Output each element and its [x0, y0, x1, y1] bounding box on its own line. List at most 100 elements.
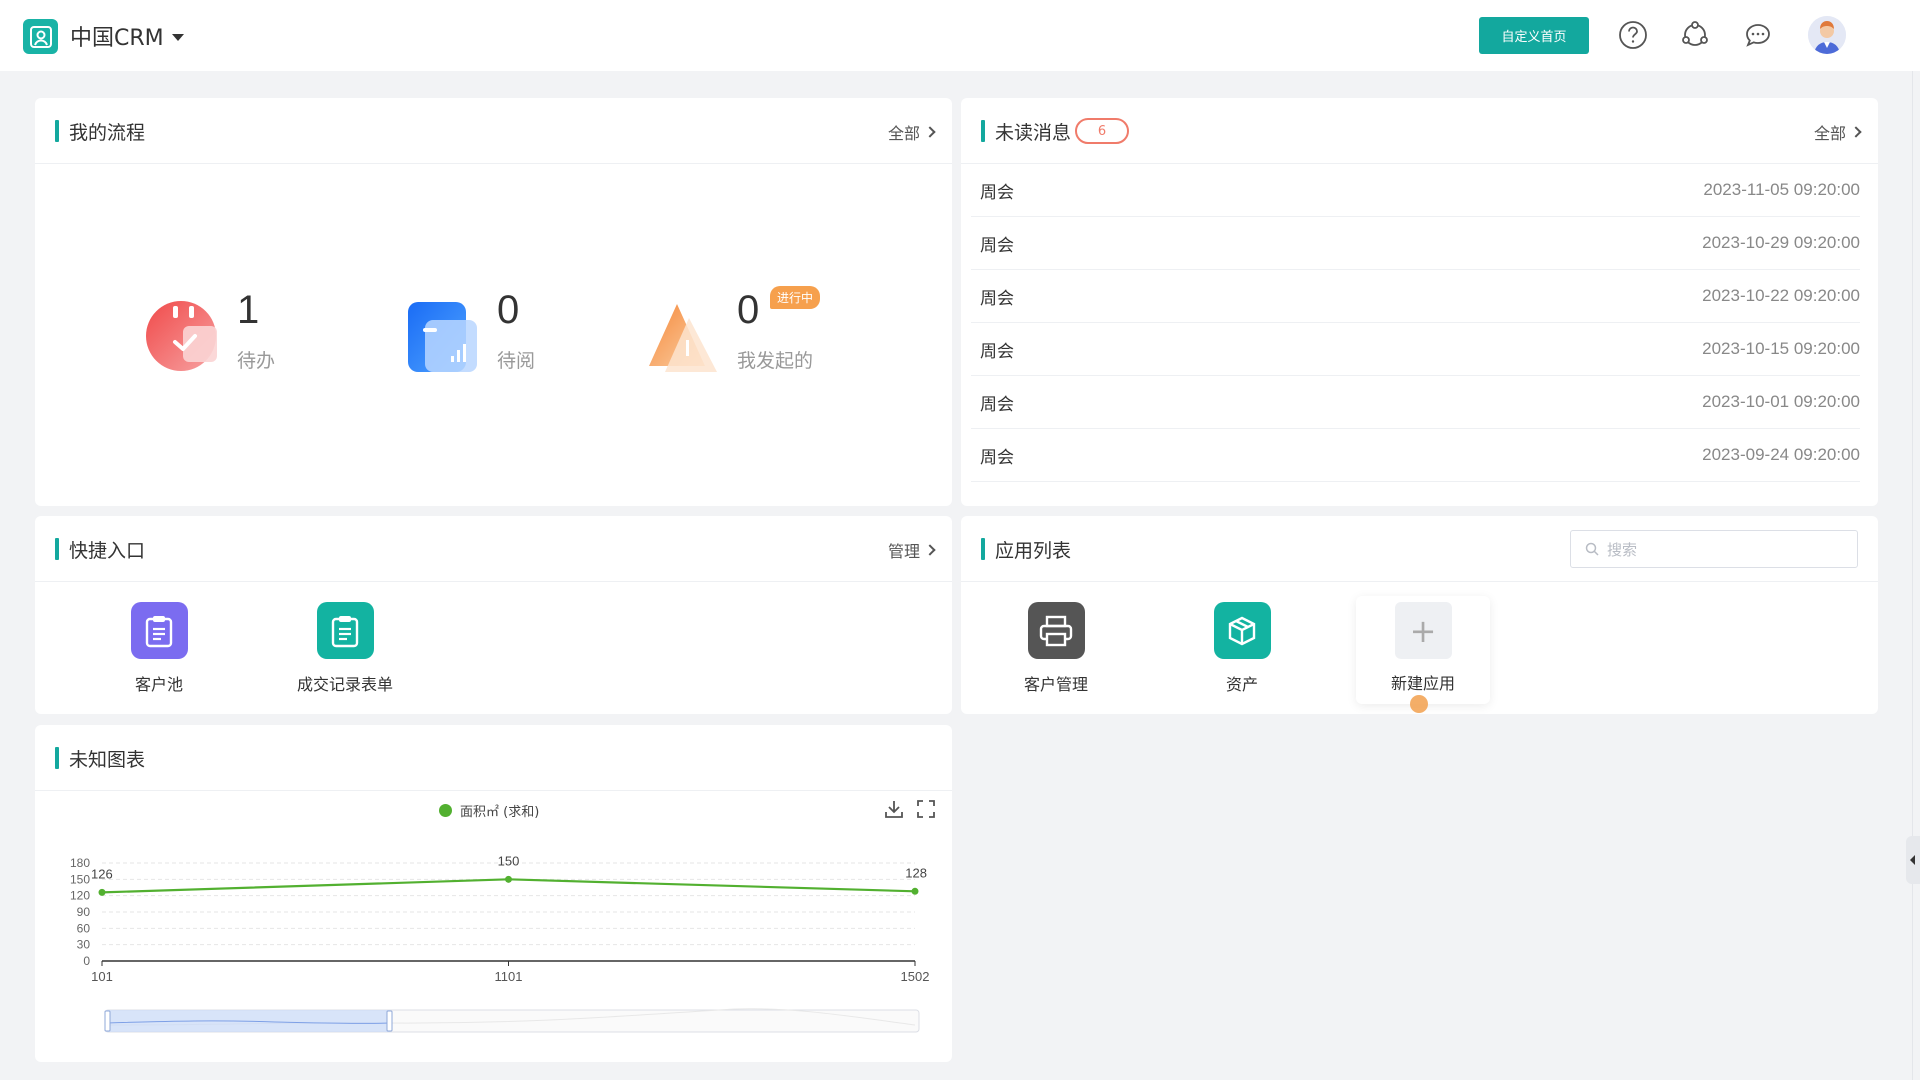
chevron-down-icon [171, 34, 184, 41]
todo-count: 1 [237, 288, 260, 332]
panel-header: 我的流程 全部 [35, 98, 952, 164]
message-row[interactable]: 周会 2023-10-29 09:20:00 [971, 217, 1860, 270]
message-time: 2023-11-05 09:20:00 [1703, 180, 1860, 199]
message-time: 2023-10-01 09:20:00 [1702, 392, 1860, 411]
app-search-input[interactable]: 搜索 [1570, 530, 1858, 568]
line-chart: 0306090120150180101 1101 1502126150128 [70, 853, 930, 1033]
mouse-cursor-indicator [1410, 695, 1428, 713]
panel-title: 我的流程 [55, 118, 145, 144]
apps-title: 应用列表 [995, 539, 1072, 562]
brand-name: 中国CRM [70, 26, 164, 51]
search-icon [1585, 542, 1599, 556]
my-flow-panel: 我的流程 全部 1 待办 0 待阅 0 我发起的 进行中 [35, 98, 952, 506]
quick-item-label: 成交记录表单 [296, 675, 393, 694]
message-title: 周会 [980, 394, 1014, 415]
data-point [505, 875, 512, 883]
message-title: 周会 [980, 288, 1014, 309]
data-label: 150 [498, 853, 520, 868]
data-point [98, 888, 106, 896]
quick-entry-panel: 快捷入口 管理 客户池 成交记录表单 [35, 516, 952, 714]
chat-icon[interactable] [1742, 19, 1774, 51]
panel-title: 未读消息 6 [981, 118, 1130, 144]
message-time: 2023-10-29 09:20:00 [1702, 233, 1860, 252]
custom-home-button[interactable]: 自定义首页 [1479, 17, 1589, 54]
x-tick-label: 101 [91, 969, 113, 984]
flow-title: 我的流程 [69, 121, 146, 144]
app-logo-icon[interactable] [23, 19, 58, 54]
todo-label: 待办 [237, 350, 276, 372]
new-app-button[interactable]: + 新建应用 [1356, 596, 1490, 704]
y-tick-label: 60 [77, 921, 91, 935]
app-item-label: 资产 [1225, 675, 1258, 694]
message-row[interactable]: 周会 2023-10-22 09:20:00 [971, 270, 1860, 323]
y-tick-label: 150 [70, 872, 90, 886]
y-tick-label: 0 [83, 954, 90, 968]
printer-icon [1027, 602, 1085, 659]
flow-view-all-link[interactable]: 全部 [887, 120, 936, 144]
initiated-triangle-icon [649, 304, 717, 372]
message-title: 周会 [980, 341, 1014, 362]
data-label: 126 [91, 866, 113, 881]
chevron-right-icon [1850, 126, 1862, 138]
message-title: 周会 [980, 447, 1014, 468]
quick-manage-link[interactable]: 管理 [887, 538, 936, 562]
message-list: 周会 2023-11-05 09:20:00 周会 2023-10-29 09:20… [971, 164, 1860, 482]
clipboard-icon [316, 602, 374, 659]
message-time: 2023-10-15 09:20:00 [1702, 339, 1860, 358]
unread-messages-panel: 未读消息 6 全部 周会 2023-11-05 09:20:00 周会 2023-10… [961, 98, 1878, 506]
message-time: 2023-10-22 09:20:00 [1702, 286, 1860, 305]
datazoom-handle-right [386, 1010, 393, 1032]
x-tick-label: 1101 [495, 969, 523, 984]
y-tick-label: 120 [70, 889, 90, 903]
to-read-count: 0 [497, 288, 520, 332]
messages-view-all-link[interactable]: 全部 [1814, 120, 1862, 144]
top-header: 中国CRM 自定义首页 [0, 0, 1920, 71]
unread-count-badge: 6 [1075, 118, 1130, 144]
initiated-count: 0 [737, 288, 760, 332]
data-point [911, 887, 919, 895]
unknown-chart-panel: 未知图表 面积㎡ (求和) 0 30 60 90 120 150 180 101 1101 150… [35, 725, 952, 1062]
new-app-label: 新建应用 [1390, 674, 1455, 693]
app-item-assets[interactable]: 资产 [1172, 602, 1312, 695]
data-label: 128 [905, 865, 927, 880]
message-row[interactable]: 周会 2023-09-24 09:20:00 [971, 429, 1860, 482]
y-tick-label: 30 [77, 938, 91, 952]
box-icon [1213, 602, 1271, 659]
quick-item-customer-pool[interactable]: 客户池 [89, 602, 229, 695]
app-item-customer-management[interactable]: 客户管理 [986, 602, 1126, 695]
app-item-label: 客户管理 [1023, 675, 1088, 694]
message-row[interactable]: 周会 2023-11-05 09:20:00 [971, 164, 1860, 217]
message-title: 周会 [980, 235, 1014, 256]
panel-header: 未读消息 6 全部 [961, 98, 1878, 164]
page-scrollbar[interactable] [1912, 71, 1920, 1080]
brand-switcher[interactable]: 中国CRM [70, 19, 184, 53]
chevron-right-icon [924, 544, 936, 556]
to-read-label: 待阅 [497, 350, 536, 372]
message-row[interactable]: 周会 2023-10-01 09:20:00 [971, 376, 1860, 429]
title-accent-bar [981, 538, 985, 560]
y-tick-label: 180 [70, 856, 90, 870]
messages-title: 未读消息 [995, 121, 1072, 144]
message-row[interactable]: 周会 2023-10-15 09:20:00 [971, 323, 1860, 376]
quick-item-label: 客户池 [134, 675, 183, 694]
y-tick-label: 90 [77, 905, 91, 919]
initiated-label: 我发起的 [737, 350, 814, 372]
user-avatar[interactable] [1808, 16, 1846, 54]
app-list-panel: 应用列表 搜索 客户管理 资产 + 新建应用 [961, 516, 1878, 714]
panel-header: 应用列表 搜索 [961, 516, 1878, 582]
x-tick-label: 1502 [901, 969, 930, 984]
side-panel-toggle[interactable] [1906, 836, 1920, 884]
message-title: 周会 [980, 182, 1014, 203]
message-time: 2023-09-24 09:20:00 [1702, 445, 1860, 464]
help-icon[interactable] [1617, 19, 1649, 51]
share-network-icon[interactable] [1679, 19, 1711, 51]
plus-icon: + [1394, 602, 1452, 659]
running-status-badge: 进行中 [770, 286, 821, 309]
quick-item-deal-records[interactable]: 成交记录表单 [275, 602, 415, 695]
panel-header: 快捷入口 管理 [35, 516, 952, 582]
manage-label: 管理 [887, 542, 920, 561]
chevron-right-icon [924, 126, 936, 138]
datazoom-handle-left [104, 1010, 111, 1032]
view-all-label: 全部 [887, 124, 920, 143]
panel-title: 快捷入口 [55, 536, 145, 562]
